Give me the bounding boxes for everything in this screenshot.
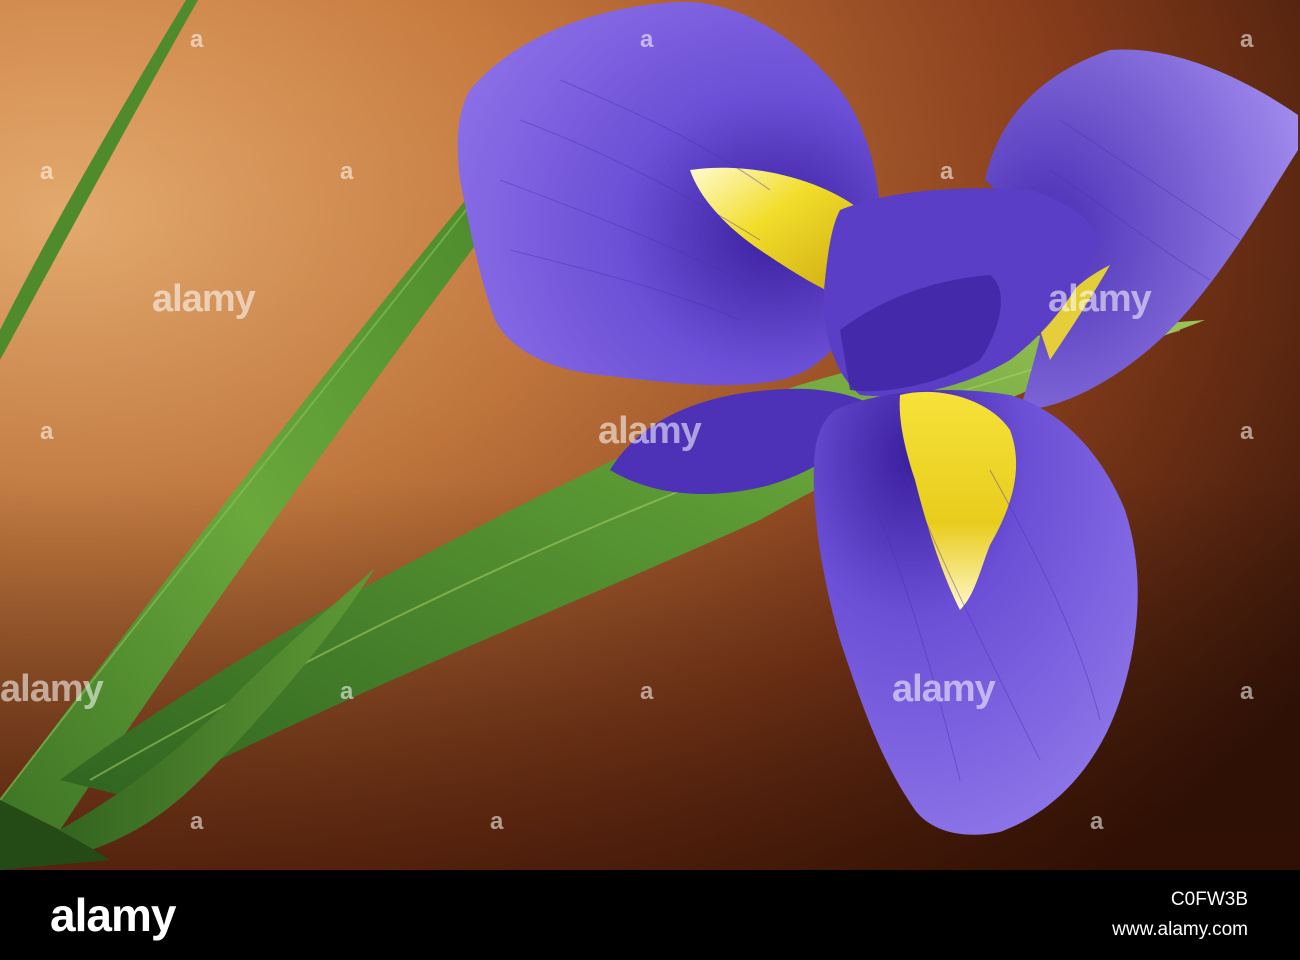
footer-bar: alamy C0FW3B www.alamy.com	[0, 870, 1300, 960]
watermark-mark: a	[40, 158, 54, 185]
watermark-mark: a	[940, 158, 954, 185]
watermark-mark: a	[1240, 26, 1254, 53]
watermark-mark: a	[340, 678, 354, 705]
alamy-logo: alamy	[50, 889, 176, 941]
watermark-text: alamy	[0, 668, 104, 710]
watermark-mark: a	[1240, 678, 1254, 705]
watermark-text: alamy	[598, 410, 702, 452]
watermark-text: alamy	[152, 278, 256, 320]
image-id: C0FW3B	[1170, 889, 1248, 910]
watermark-mark: a	[640, 678, 654, 705]
watermark-mark: a	[190, 26, 204, 53]
watermark-mark: a	[340, 158, 354, 185]
watermark-text: alamy	[1048, 278, 1152, 320]
watermark-mark: a	[190, 808, 204, 835]
watermark-mark: a	[1090, 808, 1104, 835]
stock-photo: a a a a a a alamy alamy a a alamy alamy …	[0, 0, 1300, 960]
watermark-mark: a	[490, 808, 504, 835]
watermark-text: alamy	[892, 668, 996, 710]
watermark-mark: a	[640, 26, 654, 53]
iris-flower-photo: a a a a a a alamy alamy a a alamy alamy …	[0, 0, 1300, 870]
site-url: www.alamy.com	[1112, 919, 1248, 940]
watermark-mark: a	[1240, 418, 1254, 445]
watermark-mark: a	[40, 418, 54, 445]
